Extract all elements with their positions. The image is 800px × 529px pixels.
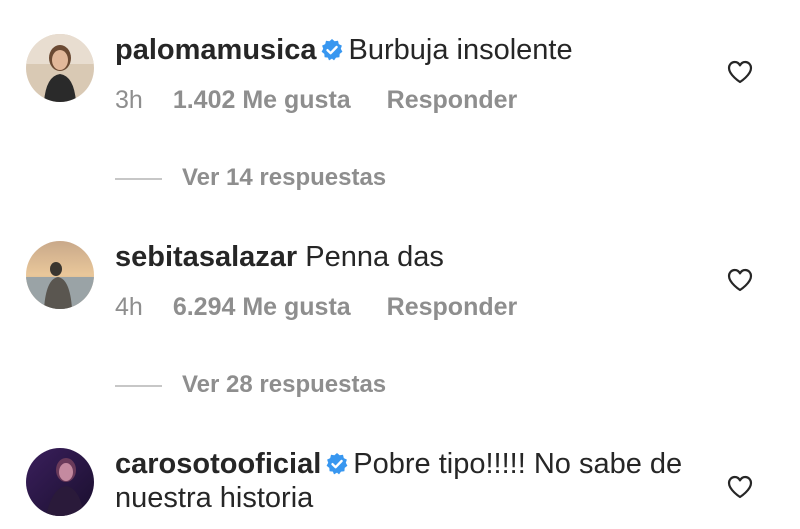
view-replies-label: Ver 14 respuestas xyxy=(182,164,387,191)
avatar-photo xyxy=(26,241,94,309)
heart-outline-icon[interactable] xyxy=(727,60,753,84)
verified-badge-icon xyxy=(320,36,344,61)
reply-button[interactable]: Responder xyxy=(387,293,518,321)
verified-badge-icon xyxy=(325,450,349,475)
avatar-photo xyxy=(26,448,94,516)
username[interactable]: palomamusica xyxy=(115,34,316,66)
comment-meta: 3h 1.402 Me gusta Responder xyxy=(115,86,517,115)
comment-text-block: sebitasalazar Penna das xyxy=(115,240,705,274)
comment-text-block: palomamusica Burbuja insolente xyxy=(115,33,705,67)
replies-divider xyxy=(115,177,162,180)
view-replies-button[interactable]: Ver 14 respuestas xyxy=(115,164,386,192)
heart-outline-icon[interactable] xyxy=(727,268,753,292)
avatar[interactable] xyxy=(26,241,94,309)
view-replies-label: Ver 28 respuestas xyxy=(182,371,387,398)
username[interactable]: sebitasalazar xyxy=(115,241,297,273)
reply-button[interactable]: Responder xyxy=(387,86,518,114)
username[interactable]: carosotooficial xyxy=(115,448,321,480)
view-replies-button[interactable]: Ver 28 respuestas xyxy=(115,371,386,399)
comment-time: 3h xyxy=(115,86,143,114)
comment-text: Penna das xyxy=(305,241,444,273)
comment-text: Burbuja insolente xyxy=(348,34,573,66)
avatar[interactable] xyxy=(26,34,94,102)
avatar-photo xyxy=(26,34,94,102)
comment-meta: 4h 6.294 Me gusta Responder xyxy=(115,293,517,322)
replies-divider xyxy=(115,384,162,387)
likes-count[interactable]: 6.294 Me gusta xyxy=(173,293,351,321)
comment-time: 4h xyxy=(115,293,143,321)
likes-count[interactable]: 1.402 Me gusta xyxy=(173,86,351,114)
heart-outline-icon[interactable] xyxy=(727,475,753,499)
comment-text-block: carosotooficial Pobre tipo!!!!! No sabe d… xyxy=(115,447,705,515)
avatar[interactable] xyxy=(26,448,94,516)
